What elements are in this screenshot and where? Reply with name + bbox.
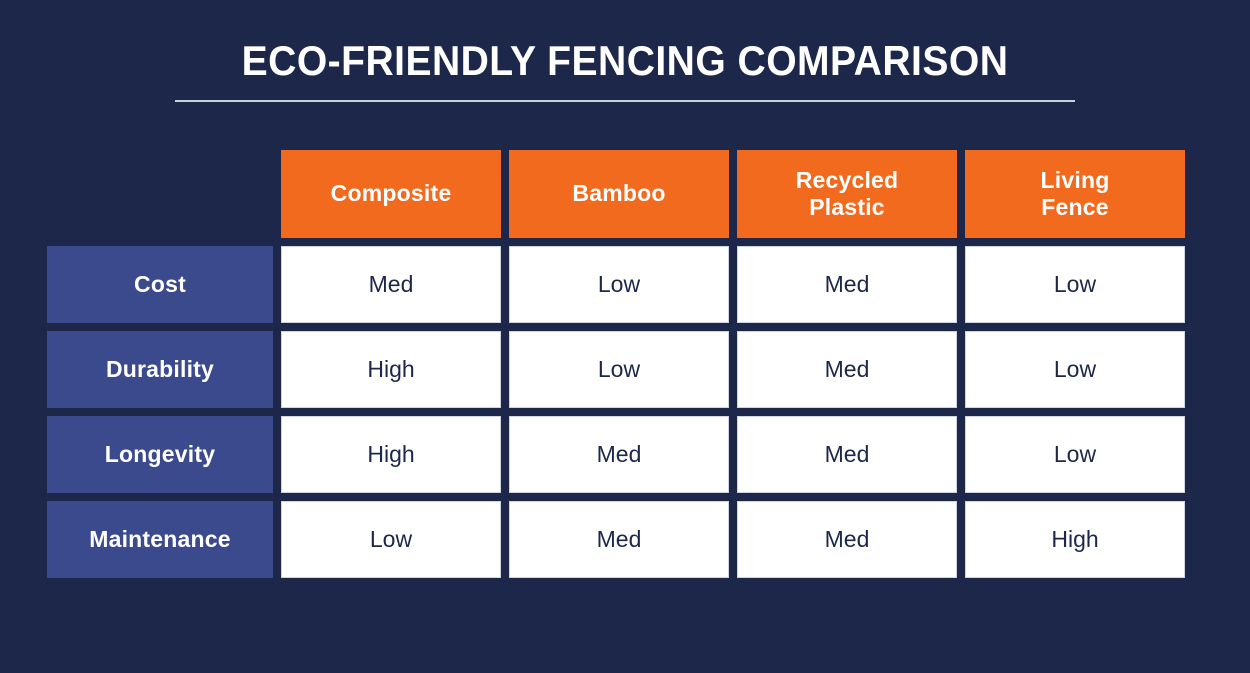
infographic-root: ECO-FRIENDLY FENCING COMPARISON Composit… bbox=[0, 0, 1250, 673]
table-body: Cost Med Low Med Low Durability High Low… bbox=[47, 246, 1185, 578]
page-title: ECO-FRIENDLY FENCING COMPARISON bbox=[241, 37, 1009, 84]
cell-maintenance-recycled-plastic: Med bbox=[737, 501, 957, 578]
table-corner-cell bbox=[47, 150, 273, 238]
cell-durability-composite: High bbox=[281, 331, 501, 408]
column-header-bamboo: Bamboo bbox=[509, 150, 729, 238]
table-row: Longevity High Med Med Low bbox=[47, 416, 1185, 493]
row-label-maintenance: Maintenance bbox=[47, 501, 273, 578]
column-header-composite: Composite bbox=[281, 150, 501, 238]
row-label-durability: Durability bbox=[47, 331, 273, 408]
cell-cost-composite: Med bbox=[281, 246, 501, 323]
cell-cost-bamboo: Low bbox=[509, 246, 729, 323]
title-divider bbox=[175, 100, 1075, 102]
column-header-recycled-plastic: Recycled Plastic bbox=[737, 150, 957, 238]
row-label-cost: Cost bbox=[47, 246, 273, 323]
table-row: Cost Med Low Med Low bbox=[47, 246, 1185, 323]
cell-maintenance-composite: Low bbox=[281, 501, 501, 578]
table-header: Composite Bamboo Recycled Plastic Living F… bbox=[47, 150, 1185, 238]
cell-longevity-bamboo: Med bbox=[509, 416, 729, 493]
cell-longevity-recycled-plastic: Med bbox=[737, 416, 957, 493]
column-header-living-fence: Living Fence bbox=[965, 150, 1185, 238]
cell-durability-living-fence: Low bbox=[965, 331, 1185, 408]
cell-maintenance-bamboo: Med bbox=[509, 501, 729, 578]
header-row: Composite Bamboo Recycled Plastic Living F… bbox=[47, 150, 1185, 238]
title-block: ECO-FRIENDLY FENCING COMPARISON bbox=[0, 37, 1250, 102]
cell-cost-living-fence: Low bbox=[965, 246, 1185, 323]
cell-durability-bamboo: Low bbox=[509, 331, 729, 408]
comparison-table: Composite Bamboo Recycled Plastic Living F… bbox=[39, 142, 1193, 586]
table-row: Maintenance Low Med Med High bbox=[47, 501, 1185, 578]
cell-durability-recycled-plastic: Med bbox=[737, 331, 957, 408]
cell-cost-recycled-plastic: Med bbox=[737, 246, 957, 323]
row-label-longevity: Longevity bbox=[47, 416, 273, 493]
cell-longevity-living-fence: Low bbox=[965, 416, 1185, 493]
table-row: Durability High Low Med Low bbox=[47, 331, 1185, 408]
cell-maintenance-living-fence: High bbox=[965, 501, 1185, 578]
cell-longevity-composite: High bbox=[281, 416, 501, 493]
